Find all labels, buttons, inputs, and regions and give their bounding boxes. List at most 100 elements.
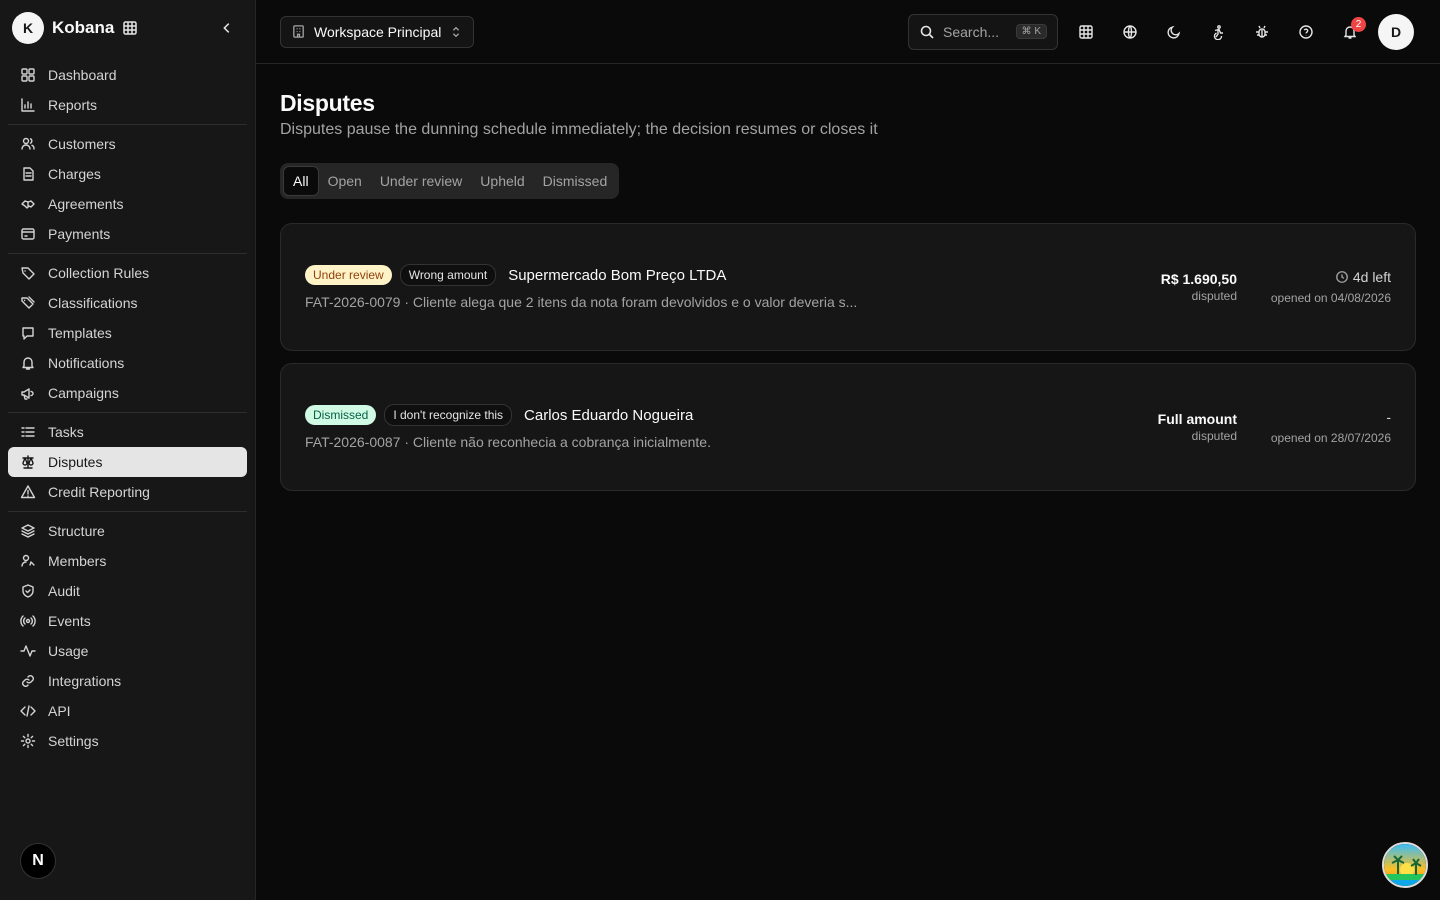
deadline-text: 4d left (1352, 269, 1391, 285)
tab-upheld[interactable]: Upheld (471, 166, 533, 196)
sidebar-item-label: Members (48, 553, 107, 569)
globe-icon[interactable] (1108, 14, 1152, 50)
sidebar-item-structure[interactable]: Structure (8, 516, 247, 546)
tab-open[interactable]: Open (319, 166, 371, 196)
sidebar-item-api[interactable]: API (8, 696, 247, 726)
sidebar-group: Customers Charges Agreements Payments (8, 125, 247, 254)
accessibility-icon[interactable] (1196, 14, 1240, 50)
workspace-select[interactable]: Workspace Principal (280, 15, 475, 48)
sidebar-item-settings[interactable]: Settings (8, 726, 247, 756)
sidebar-item-label: Notifications (48, 355, 125, 371)
topbar: Workspace Principal Search... ⌘ K 2 D (256, 0, 1440, 64)
sidebar-item-charges[interactable]: Charges (8, 159, 247, 189)
sidebar-item-label: Campaigns (48, 385, 119, 401)
footer-avatar[interactable]: N (20, 843, 56, 879)
customer-name: Carlos Eduardo Nogueira (524, 406, 694, 424)
sidebar-group: Collection Rules Classifications Templates… (8, 254, 247, 413)
status-filter-tabs: All Open Under review Upheld Dismissed (280, 163, 620, 199)
sidebar-item-label: Tasks (48, 424, 84, 440)
reports-icon (21, 98, 35, 112)
org-logo[interactable]: K (12, 12, 44, 44)
amount-label: disputed (1191, 429, 1237, 443)
sidebar-item-integrations[interactable]: Integrations (8, 666, 247, 696)
sidebar-item-label: Credit Reporting (48, 484, 150, 500)
sidebar-item-credit-reporting[interactable]: Credit Reporting (8, 477, 247, 507)
sidebar-item-label: Integrations (48, 673, 122, 689)
dispute-list: Under review Wrong amount Supermercado Bom… (280, 223, 1416, 491)
page-subtitle: Disputes pause the dunning schedule imme… (280, 121, 878, 138)
sidebar: K Kobana Dashboard Reports Customers Charge… (0, 0, 256, 900)
tasks-icon (21, 427, 35, 437)
tab-dismissed[interactable]: Dismissed (534, 166, 617, 196)
sidebar-item-classifications[interactable]: Classifications (8, 288, 247, 318)
sidebar-item-agreements[interactable]: Agreements (8, 189, 247, 219)
building-icon (293, 25, 304, 38)
notifications-icon (22, 357, 34, 370)
sidebar-item-label: Reports (48, 97, 98, 113)
sidebar-header: K Kobana (0, 0, 255, 56)
amount-value: R$ 1.690,50 (1160, 271, 1237, 287)
sidebar-item-audit[interactable]: Audit (8, 576, 247, 606)
sidebar-group: Tasks Disputes Credit Reporting (8, 413, 247, 512)
dispute-card[interactable]: Under review Wrong amount Supermercado Bom… (280, 223, 1416, 351)
sidebar-item-customers[interactable]: Customers (8, 129, 247, 159)
table-icon[interactable] (122, 20, 138, 36)
sidebar-item-notifications[interactable]: Notifications (8, 348, 247, 378)
sidebar-item-dashboard[interactable]: Dashboard (8, 60, 247, 90)
amount-value: Full amount (1157, 411, 1237, 427)
sidebar-item-reports[interactable]: Reports (8, 90, 247, 120)
bug-icon[interactable] (1240, 14, 1284, 50)
help-icon[interactable] (1284, 14, 1328, 50)
deadline-text: - (1386, 409, 1391, 425)
user-avatar[interactable]: D (1378, 13, 1414, 50)
search-input[interactable]: Search... ⌘ K (908, 13, 1058, 50)
sidebar-item-events[interactable]: Events (8, 606, 247, 636)
floating-profile-avatar[interactable] (1382, 842, 1428, 888)
sidebar-item-disputes[interactable]: Disputes (8, 447, 247, 477)
sidebar-item-label: Audit (48, 583, 80, 599)
dispute-card[interactable]: Dismissed I don't recognize this Carlos Ed… (280, 363, 1416, 491)
sidebar-item-label: Usage (48, 643, 89, 659)
sidebar-item-payments[interactable]: Payments (8, 219, 247, 249)
tab-under-review[interactable]: Under review (371, 166, 471, 196)
agreements-icon (21, 200, 35, 209)
sidebar-group: Dashboard Reports (8, 56, 247, 125)
collapse-sidebar-icon[interactable] (215, 16, 239, 40)
settings-icon (20, 733, 36, 749)
sidebar-item-tasks[interactable]: Tasks (8, 417, 247, 447)
sidebar-item-templates[interactable]: Templates (8, 318, 247, 348)
sidebar-item-usage[interactable]: Usage (8, 636, 247, 666)
api-icon (20, 705, 36, 717)
search-placeholder: Search... (943, 23, 1000, 40)
templates-icon (22, 327, 34, 340)
dispute-info: Dismissed I don't recognize this Carlos Ed… (305, 404, 1117, 450)
topbar-actions: Search... ⌘ K 2 D (908, 13, 1416, 50)
dashboard-icon (21, 68, 35, 82)
opened-date: opened on 28/07/2026 (1270, 431, 1391, 445)
dispute-amount: Full amount disputed (1117, 411, 1237, 443)
org-name[interactable]: Kobana (52, 18, 114, 38)
sidebar-item-campaigns[interactable]: Campaigns (8, 378, 247, 408)
grid-icon[interactable] (1064, 14, 1108, 50)
sidebar-item-label: Payments (48, 226, 111, 242)
sidebar-item-label: Disputes (48, 454, 103, 470)
moon-icon[interactable] (1152, 14, 1196, 50)
sidebar-item-collection-rules[interactable]: Collection Rules (8, 258, 247, 288)
sidebar-item-label: Dashboard (48, 67, 117, 83)
customers-icon (21, 137, 35, 150)
sidebar-item-label: API (48, 703, 71, 719)
structure-icon (21, 524, 35, 538)
tab-all[interactable]: All (283, 166, 319, 196)
classifications-icon (21, 296, 35, 309)
campaigns-icon (21, 388, 34, 400)
bell-icon[interactable]: 2 (1328, 14, 1372, 50)
notification-badge: 2 (1351, 16, 1366, 32)
deadline-value: - (1237, 409, 1391, 425)
dispute-detail: FAT-2026-0079 · Cliente alega que 2 iten… (305, 294, 858, 310)
sidebar-item-label: Customers (48, 136, 116, 152)
members-icon (21, 554, 35, 567)
collection-rules-icon (21, 267, 35, 280)
sidebar-item-members[interactable]: Members (8, 546, 247, 576)
main-area: Workspace Principal Search... ⌘ K 2 D Di… (256, 0, 1440, 900)
page-title: Disputes (280, 90, 375, 116)
